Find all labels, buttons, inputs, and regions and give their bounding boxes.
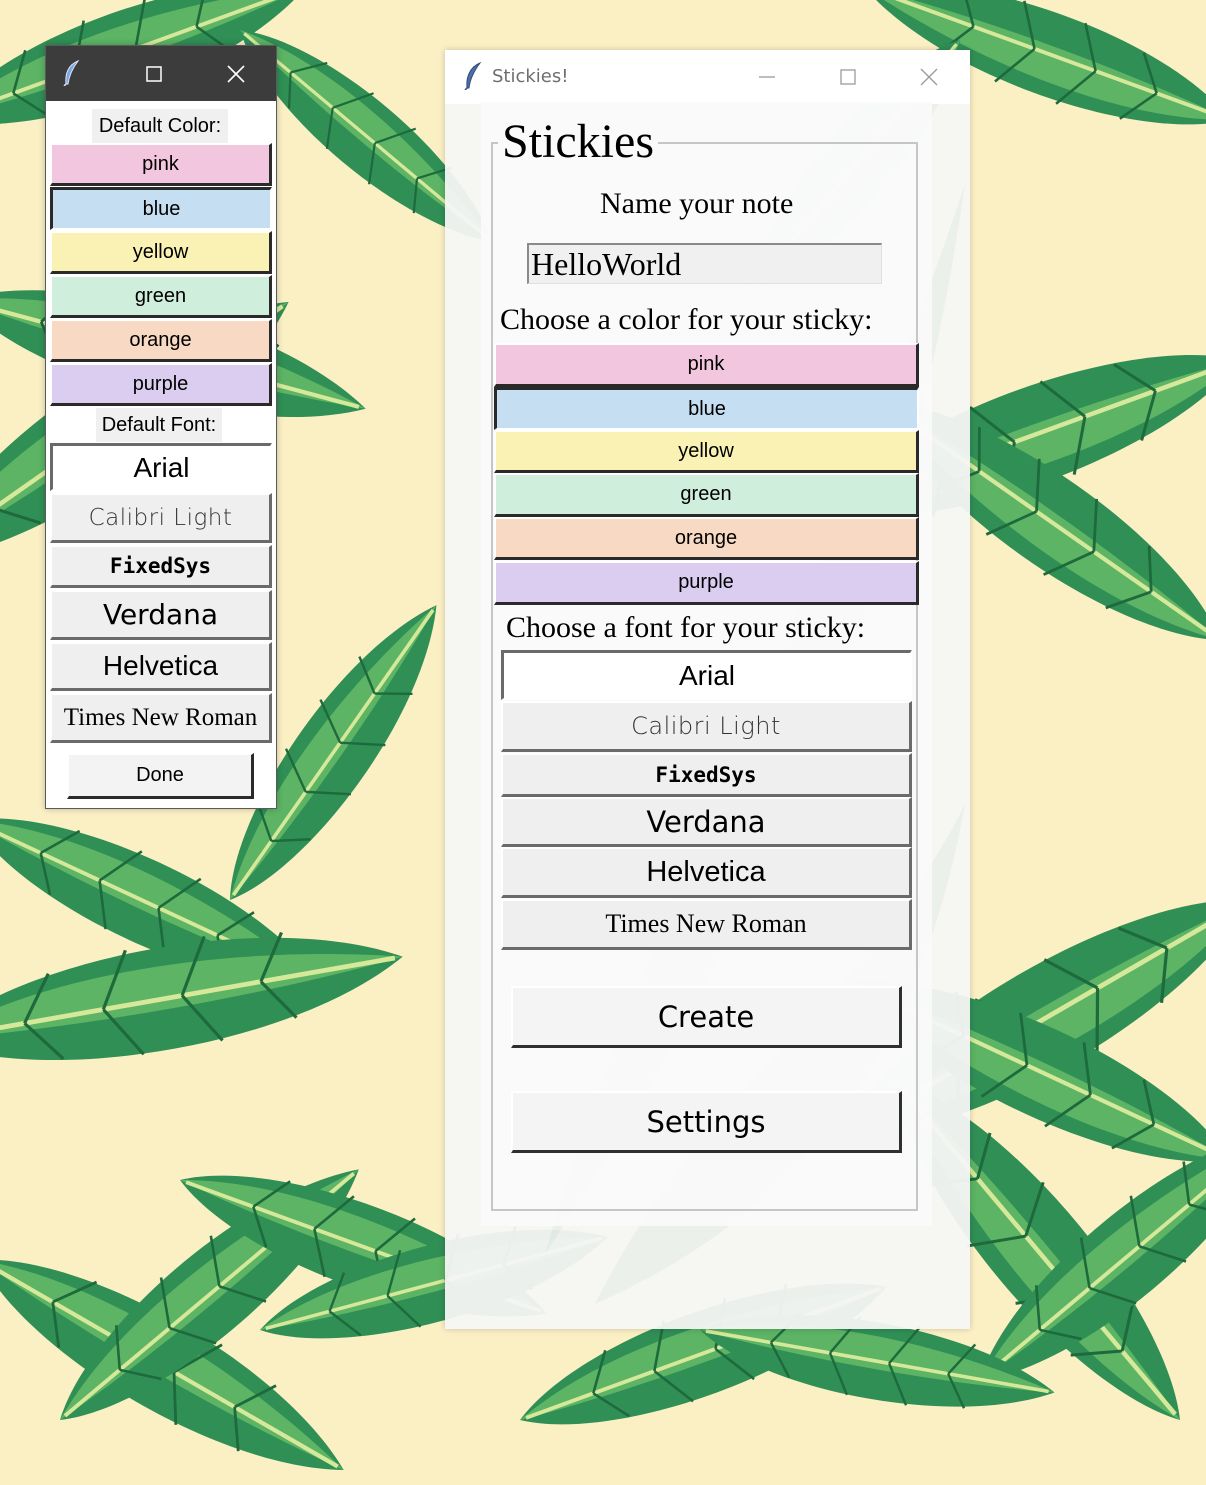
window-title: Stickies!	[492, 66, 569, 87]
maximize-icon	[146, 65, 162, 82]
font-times-new-roman-button[interactable]: Times New Roman	[501, 899, 912, 950]
default-font-calibri-light-button[interactable]: Calibri Light	[50, 493, 272, 543]
default-color-orange-button[interactable]: orange	[50, 319, 272, 362]
default-font-verdana-button[interactable]: Verdana	[50, 590, 272, 640]
color-label: Choose a color for your sticky:	[500, 303, 873, 336]
font-arial-button[interactable]: Arial	[501, 650, 912, 700]
color-green-button[interactable]: green	[494, 473, 919, 517]
color-yellow-button[interactable]: yellow	[494, 430, 919, 473]
default-color-blue-button[interactable]: blue	[50, 187, 272, 230]
default-color-purple-button[interactable]: purple	[50, 363, 272, 406]
font-label: Choose a font for your sticky:	[506, 611, 866, 644]
default-color-yellow-button[interactable]: yellow	[50, 231, 272, 274]
default-font-arial-button[interactable]: Arial	[50, 443, 272, 491]
default-color-green-button[interactable]: green	[50, 275, 272, 318]
default-font-times-new-roman-button[interactable]: Times New Roman	[50, 693, 272, 743]
feather-icon	[63, 60, 80, 86]
name-label: Name your note	[600, 187, 794, 220]
settings-window: Default Color: pink blue yellow green or…	[45, 45, 277, 809]
color-orange-button[interactable]: orange	[494, 517, 919, 560]
maximize-button[interactable]	[114, 46, 194, 101]
minimize-button[interactable]	[727, 50, 807, 104]
color-purple-button[interactable]: purple	[494, 561, 919, 605]
default-font-label: Default Font:	[96, 408, 222, 442]
minimize-icon	[759, 76, 775, 78]
color-pink-button[interactable]: pink	[494, 343, 919, 387]
feather-icon	[464, 62, 482, 90]
note-name-input[interactable]	[527, 243, 882, 284]
done-button[interactable]: Done	[67, 753, 254, 799]
color-blue-button[interactable]: blue	[494, 387, 919, 430]
close-button[interactable]	[889, 50, 969, 104]
default-font-fixedsys-button[interactable]: FixedSys	[50, 545, 272, 588]
stickies-title-bar[interactable]: Stickies!	[445, 50, 970, 104]
default-font-helvetica-button[interactable]: Helvetica	[50, 642, 272, 691]
font-calibri-light-button[interactable]: Calibri Light	[501, 701, 912, 752]
font-verdana-button[interactable]: Verdana	[501, 797, 912, 847]
maximize-icon	[840, 69, 856, 85]
frame-title: Stickies	[498, 110, 658, 174]
stickies-window: Stickies! Stickies Name your note Choose…	[445, 50, 970, 1329]
settings-title-bar[interactable]	[46, 46, 276, 101]
default-color-pink-button[interactable]: pink	[50, 143, 272, 186]
maximize-button[interactable]	[808, 50, 888, 104]
default-color-label: Default Color:	[92, 109, 228, 143]
font-fixedsys-button[interactable]: FixedSys	[501, 753, 912, 797]
font-helvetica-button[interactable]: Helvetica	[501, 847, 912, 898]
close-button[interactable]	[196, 46, 276, 101]
close-icon	[920, 68, 938, 86]
close-icon	[227, 64, 245, 83]
settings-button[interactable]: Settings	[511, 1091, 902, 1153]
create-button[interactable]: Create	[511, 986, 902, 1048]
